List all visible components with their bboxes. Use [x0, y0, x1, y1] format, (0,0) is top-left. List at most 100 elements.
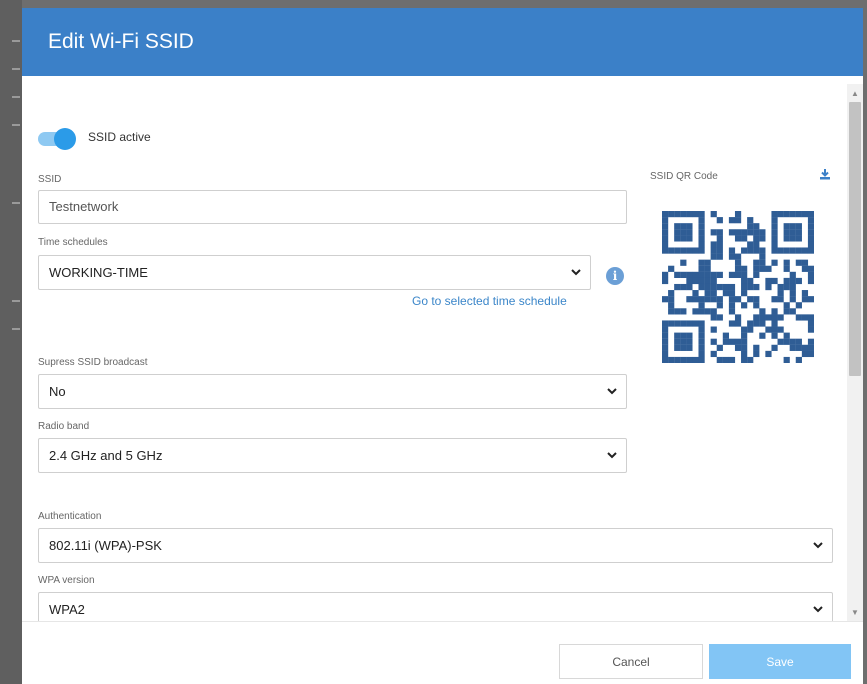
qr-module: [728, 296, 736, 303]
qr-module: [704, 271, 711, 279]
qr-module: [662, 296, 669, 303]
edit-ssid-modal: Edit Wi-Fi SSID SSID active SSID Testnet…: [22, 8, 863, 684]
qr-module: [674, 211, 681, 218]
qr-module: [783, 223, 790, 230]
qr-module: [662, 211, 669, 218]
qr-module: [692, 296, 699, 303]
background-marker: [12, 96, 20, 98]
qr-module: [741, 356, 748, 363]
qr-module: [698, 265, 705, 272]
qr-module: [747, 217, 754, 224]
info-icon[interactable]: i: [606, 267, 624, 285]
modal-scrollbar[interactable]: ▲ ▼: [847, 84, 863, 621]
qr-module: [747, 229, 754, 236]
qr-module: [668, 265, 675, 272]
qr-module: [674, 338, 681, 345]
qr-module: [668, 296, 675, 303]
suppress-broadcast-select[interactable]: No: [38, 374, 627, 409]
qr-module: [807, 223, 814, 230]
qr-module: [759, 247, 766, 254]
time-schedules-select[interactable]: WORKING-TIME: [38, 255, 591, 290]
qr-module: [698, 241, 705, 248]
qr-module: [747, 320, 754, 327]
qr-module: [795, 302, 802, 309]
qr-module: [722, 332, 730, 339]
qr-module: [698, 308, 705, 315]
qr-module: [734, 253, 742, 260]
qr-module: [698, 296, 705, 303]
qr-module: [734, 229, 742, 236]
time-schedules-label: Time schedules: [38, 237, 108, 248]
qr-module: [795, 344, 802, 351]
qr-module: [722, 356, 730, 363]
qr-module: [680, 344, 687, 351]
radio-band-select[interactable]: 2.4 GHz and 5 GHz: [38, 438, 627, 473]
toggle-knob: [54, 128, 76, 150]
qr-module: [728, 283, 736, 291]
qr-module: [710, 211, 717, 218]
qr-module: [692, 290, 699, 297]
qr-module: [801, 314, 809, 321]
qr-module: [801, 290, 809, 297]
qr-module: [783, 277, 790, 285]
qr-module: [704, 290, 711, 297]
qr-module: [686, 338, 693, 345]
qr-module: [747, 356, 754, 363]
qr-module: [795, 247, 802, 254]
background-marker: [12, 328, 20, 330]
qr-module: [680, 247, 687, 254]
qr-module: [765, 283, 772, 291]
qr-module: [716, 229, 723, 236]
qr-module: [662, 320, 669, 327]
qr-module: [668, 211, 675, 218]
qr-module: [716, 296, 723, 303]
qr-module: [771, 211, 778, 218]
qr-module: [807, 265, 814, 272]
qr-module: [680, 283, 687, 291]
qr-module: [753, 229, 760, 236]
qr-module: [734, 314, 742, 321]
cancel-button[interactable]: Cancel: [559, 644, 703, 679]
qr-module: [741, 247, 748, 254]
go-to-time-schedule-link[interactable]: Go to selected time schedule: [412, 294, 567, 308]
download-icon[interactable]: [819, 168, 831, 180]
wpa-version-label: WPA version: [38, 575, 95, 586]
qr-module: [801, 350, 809, 358]
qr-module: [747, 223, 754, 230]
qr-module: [710, 350, 717, 358]
qr-module: [710, 253, 717, 260]
qr-module: [783, 332, 790, 339]
qr-module: [753, 247, 760, 254]
qr-module: [789, 290, 796, 297]
scroll-down-arrow-icon[interactable]: ▼: [851, 608, 859, 617]
save-button[interactable]: Save: [709, 644, 851, 679]
qr-module: [783, 302, 790, 309]
authentication-select[interactable]: 802.11i (WPA)-PSK: [38, 528, 833, 563]
qr-module: [753, 302, 760, 309]
qr-module: [662, 247, 669, 254]
qr-module: [777, 211, 784, 218]
suppress-broadcast-value: No: [49, 384, 66, 399]
wpa-version-select[interactable]: WPA2: [38, 592, 833, 621]
qr-module: [674, 271, 681, 279]
qr-module: [759, 314, 766, 321]
qr-module: [753, 271, 760, 279]
qr-module: [734, 344, 742, 351]
qr-module: [747, 326, 754, 333]
qr-module: [807, 235, 814, 242]
modal-header: Edit Wi-Fi SSID: [22, 8, 863, 76]
qr-module: [674, 308, 681, 315]
ssid-input[interactable]: Testnetwork: [38, 190, 627, 224]
qr-module: [710, 296, 717, 303]
qr-module: [692, 247, 699, 254]
scroll-thumb[interactable]: [849, 102, 861, 376]
qr-module: [704, 296, 711, 303]
qr-module: [795, 277, 802, 285]
qr-module: [698, 338, 705, 345]
scroll-up-arrow-icon[interactable]: ▲: [851, 89, 859, 98]
qr-module: [765, 265, 772, 272]
qr-module: [728, 253, 736, 260]
ssid-active-toggle[interactable]: [38, 128, 76, 150]
qr-module: [753, 350, 760, 358]
qr-module: [789, 338, 796, 345]
